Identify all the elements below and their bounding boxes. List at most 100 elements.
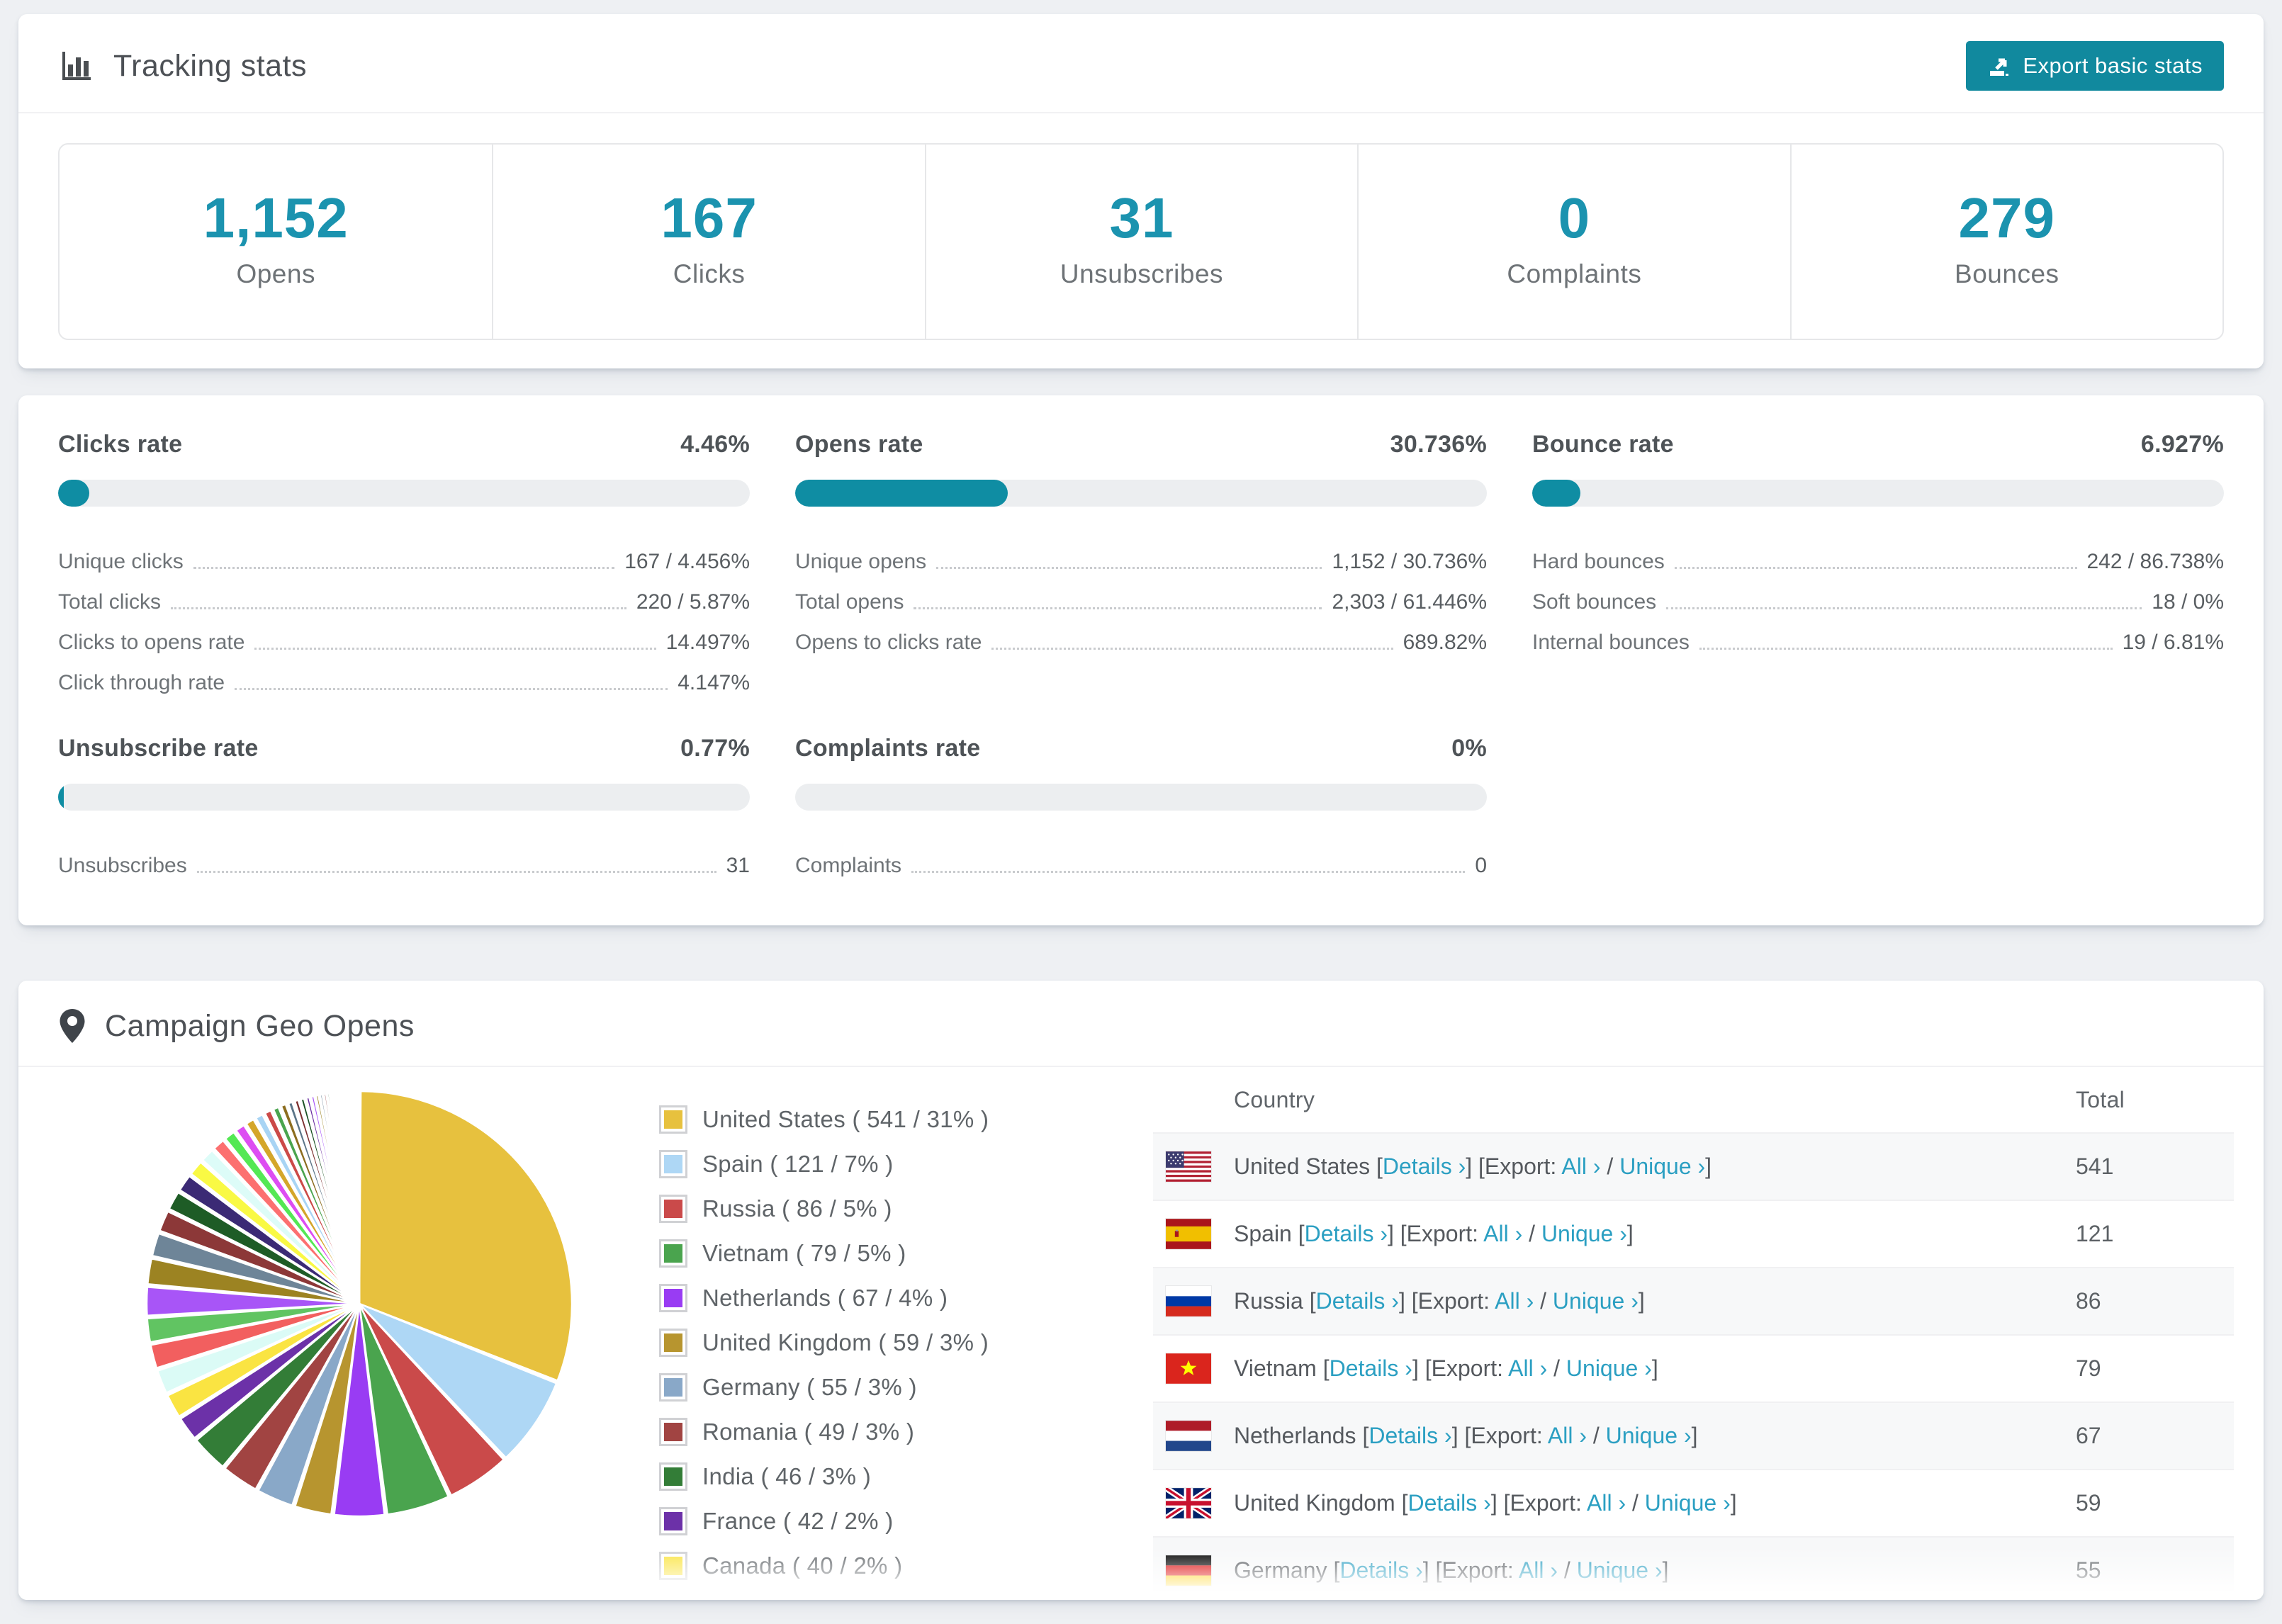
country-total: 67: [2076, 1423, 2101, 1448]
summary-stat-value: 167: [661, 186, 758, 249]
summary-stat-label: Clicks: [673, 259, 746, 288]
legend-swatch-icon: [659, 1283, 687, 1312]
legend-item[interactable]: United Kingdom ( 59 / 3% ): [657, 1320, 989, 1365]
country-cell: Russia [Details ›] [Export: All › / Uniq…: [1234, 1288, 2076, 1314]
rate-title: Opens rate: [795, 431, 923, 458]
country-name: Germany [: [1234, 1557, 1340, 1583]
progress-bar: [795, 480, 1487, 507]
details-link[interactable]: Details ›: [1368, 1423, 1451, 1448]
export-all-link[interactable]: All ›: [1587, 1490, 1626, 1516]
rate-stat-rows: Unique clicks 167 / 4.456% Total clicks 220…: [58, 534, 750, 695]
page: Tracking stats Export basic stats 1,152 O…: [0, 0, 2282, 1624]
stat-row-value: 31: [726, 854, 750, 877]
rate-title: Clicks rate: [58, 431, 183, 458]
stat-row-label: Internal bounces: [1532, 631, 1690, 654]
stat-row-label: Unique clicks: [58, 550, 184, 573]
link-separator: /: [1534, 1288, 1553, 1314]
legend-label: Germany ( 55 / 3% ): [702, 1373, 917, 1400]
legend-item[interactable]: Italy ( 36 / 2% ): [657, 1588, 989, 1600]
summary-stat-cell: 0 Complaints: [1357, 145, 1789, 339]
country-name: United States [: [1234, 1154, 1383, 1179]
export-unique-link[interactable]: Unique ›: [1566, 1355, 1652, 1381]
rate-title-row: Bounce rate 6.927%: [1532, 431, 2224, 458]
legend-label: Canada ( 40 / 2% ): [702, 1552, 903, 1579]
export-unique-link[interactable]: Unique ›: [1606, 1423, 1692, 1448]
legend-swatch-icon: [659, 1194, 687, 1223]
legend-item[interactable]: Spain ( 121 / 7% ): [657, 1141, 989, 1186]
rate-value: 0%: [1451, 735, 1487, 762]
pie-legend: United States ( 541 / 31% ) Spain ( 121 /…: [657, 1097, 989, 1600]
stat-row-value: 242 / 86.738%: [2086, 550, 2225, 573]
stat-row: Soft bounces 18 / 0%: [1532, 574, 2224, 614]
rate-stat-rows: Unsubscribes 31: [58, 838, 750, 878]
geo-content: United States ( 541 / 31% ) Spain ( 121 /…: [58, 1067, 2249, 1600]
dotted-leader: [171, 607, 626, 609]
legend-item[interactable]: India ( 46 / 3% ): [657, 1454, 989, 1499]
dotted-leader: [914, 607, 1322, 609]
country-cell: United States [Details ›] [Export: All ›…: [1234, 1154, 2076, 1180]
flag-cell: [1166, 1555, 1234, 1586]
legend-swatch-icon: [659, 1462, 687, 1491]
link-separator: ]: [1705, 1154, 1712, 1179]
export-all-link[interactable]: All ›: [1519, 1557, 1558, 1583]
export-unique-link[interactable]: Unique ›: [1541, 1221, 1627, 1246]
summary-stats-row: 1,152 Opens 167 Clicks 31 Unsubscribes 0 Compla…: [58, 143, 2224, 340]
geo-pie-chart: [140, 1084, 579, 1523]
rate-card: Complaints rate 0% Complaints 0: [795, 735, 1487, 878]
legend-item[interactable]: United States ( 541 / 31% ): [657, 1097, 989, 1141]
flag-us-icon: [1166, 1151, 1211, 1182]
link-separator: ] [Export:: [1490, 1490, 1587, 1516]
details-link[interactable]: Details ›: [1407, 1490, 1490, 1516]
details-link[interactable]: Details ›: [1330, 1355, 1412, 1381]
legend-swatch-icon: [659, 1596, 687, 1600]
legend-item[interactable]: Canada ( 40 / 2% ): [657, 1543, 989, 1588]
export-unique-link[interactable]: Unique ›: [1645, 1490, 1731, 1516]
legend-item[interactable]: Russia ( 86 / 5% ): [657, 1186, 989, 1231]
country-name: Spain [: [1234, 1221, 1305, 1246]
details-link[interactable]: Details ›: [1305, 1221, 1388, 1246]
country-cell: Netherlands [Details ›] [Export: All › /…: [1234, 1423, 2076, 1449]
link-separator: ]: [1662, 1557, 1669, 1583]
export-all-link[interactable]: All ›: [1495, 1288, 1534, 1314]
export-basic-stats-button[interactable]: Export basic stats: [1966, 41, 2224, 91]
progress-fill: [58, 784, 64, 811]
country-total: 59: [2076, 1490, 2101, 1516]
details-link[interactable]: Details ›: [1383, 1154, 1466, 1179]
legend-item[interactable]: Vietnam ( 79 / 5% ): [657, 1231, 989, 1275]
export-all-link[interactable]: All ›: [1483, 1221, 1522, 1246]
stat-row-value: 14.497%: [665, 631, 750, 654]
progress-bar: [795, 784, 1487, 811]
dotted-leader: [991, 648, 1393, 650]
stat-row: Complaints 0: [795, 838, 1487, 878]
export-all-link[interactable]: All ›: [1561, 1154, 1600, 1179]
export-unique-link[interactable]: Unique ›: [1553, 1288, 1639, 1314]
stat-row-label: Click through rate: [58, 671, 225, 694]
stat-row-label: Hard bounces: [1532, 550, 1665, 573]
link-separator: ] [Export:: [1398, 1288, 1495, 1314]
dotted-leader: [936, 567, 1322, 569]
stat-row: Opens to clicks rate 689.82%: [795, 614, 1487, 655]
flag-ru-icon: [1166, 1286, 1211, 1316]
legend-label: Netherlands ( 67 / 4% ): [702, 1284, 948, 1311]
details-link[interactable]: Details ›: [1316, 1288, 1399, 1314]
table-row: Germany [Details ›] [Export: All › / Uni…: [1153, 1536, 2234, 1600]
legend-label: India ( 46 / 3% ): [702, 1462, 872, 1489]
legend-item[interactable]: Netherlands ( 67 / 4% ): [657, 1275, 989, 1320]
rates-grid: Clicks rate 4.46% Unique clicks 167 / 4.456…: [18, 395, 2264, 906]
legend-item[interactable]: France ( 42 / 2% ): [657, 1499, 989, 1543]
country-name: Vietnam [: [1234, 1355, 1330, 1381]
export-all-link[interactable]: All ›: [1548, 1423, 1587, 1448]
stat-row: Clicks to opens rate 14.497%: [58, 614, 750, 655]
export-all-link[interactable]: All ›: [1508, 1355, 1547, 1381]
rate-title-row: Unsubscribe rate 0.77%: [58, 735, 750, 762]
legend-item[interactable]: Germany ( 55 / 3% ): [657, 1365, 989, 1409]
geo-section-title: Campaign Geo Opens: [105, 1008, 415, 1043]
legend-swatch-icon: [659, 1149, 687, 1178]
details-link[interactable]: Details ›: [1339, 1557, 1422, 1583]
export-unique-link[interactable]: Unique ›: [1619, 1154, 1705, 1179]
rate-value: 6.927%: [2140, 431, 2224, 458]
legend-item[interactable]: Romania ( 49 / 3% ): [657, 1409, 989, 1454]
rate-stat-rows: Unique opens 1,152 / 30.736% Total opens 2,…: [795, 534, 1487, 655]
export-unique-link[interactable]: Unique ›: [1577, 1557, 1663, 1583]
link-separator: ] [Export:: [1451, 1423, 1548, 1448]
